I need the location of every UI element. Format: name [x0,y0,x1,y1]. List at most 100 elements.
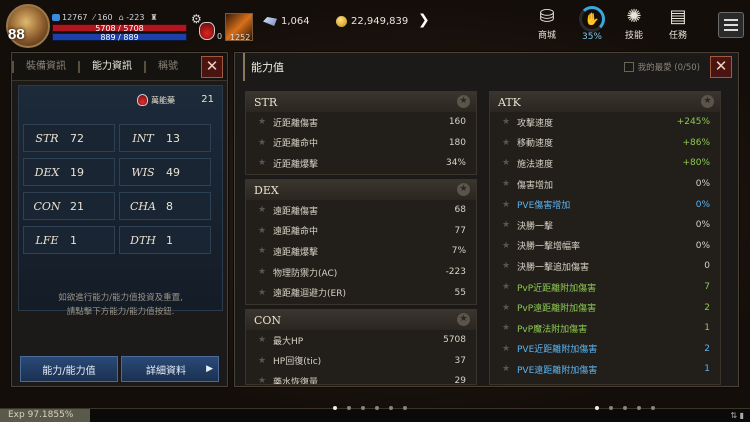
star-icon[interactable]: ★ [251,158,273,168]
currency-expand-arrow-icon[interactable]: ❯ [418,12,430,28]
stat-row[interactable]: ★ PVE近距離附加傷害 2 [490,339,720,360]
stat-row[interactable]: ★ 遠距離爆擊 7% [246,241,476,262]
section-dex: DEX ★ ★ 遠距離傷害 68 ★ 遠距離命中 77 ★ 遠距離爆擊 7% ★ 物理防禦力(A… [245,179,477,305]
stat-row[interactable]: ★ PvP近距離附加傷害 7 [490,277,720,298]
skill-count: 1252 [230,33,251,42]
star-icon[interactable]: ★ [251,288,273,298]
star-icon[interactable]: ★ [495,158,517,168]
star-icon[interactable]: ★ [251,356,273,366]
main-menu-button[interactable] [718,12,744,38]
stat-row[interactable]: ★ PvP遠距離附加傷害 2 [490,297,720,318]
star-icon[interactable]: ★ [495,138,517,148]
nav-progress[interactable]: ✋ 35% [575,6,609,42]
star-icon[interactable]: ★ [251,267,273,277]
stat-row[interactable]: ★ 傷害增加 0% [490,174,720,195]
stat-row[interactable]: ★ 決勝一擊增幅率 0% [490,236,720,257]
nav-shop[interactable]: ⛁ 商城 [530,6,564,41]
stat-row[interactable]: ★ 決勝一擊追加傷害 0 [490,256,720,277]
signal-icon: ⇅ ▮ [730,411,744,420]
star-icon[interactable]: ★ [251,376,273,384]
quest-icon: ▤ [669,6,687,27]
player-stats-row: 12767 ⁄ 160 ⌂ -223 ♜ [52,13,158,22]
star-icon[interactable]: ★ [495,117,517,127]
hp-bar: 5708 / 5708 [52,24,187,33]
detail-info-button[interactable]: 詳細資料 ▶ [121,356,219,382]
star-icon[interactable]: ★ [495,241,517,251]
page-indicator-2 [595,406,655,410]
star-icon[interactable]: ★ [495,364,517,374]
close-right-panel-button[interactable]: ✕ [710,56,732,78]
info-tabs: 裝備資訊 能力資訊 稱號 [12,53,227,81]
star-icon[interactable]: ★ [495,344,517,354]
stat-row[interactable]: ★ PvP魔法附加傷害 1 [490,318,720,339]
power-stat: 12767 [52,13,87,22]
star-icon[interactable]: ★ [495,200,517,210]
trophy-icon: ♜ [150,13,158,22]
star-icon[interactable]: ★ [457,313,470,326]
star-icon[interactable]: ★ [701,95,714,108]
attr-wis: WIS 49 [119,158,211,186]
tab-title[interactable]: 稱號 [144,60,190,73]
star-icon[interactable]: ★ [251,205,273,215]
tab-equipment[interactable]: 裝備資訊 [12,60,78,73]
star-icon[interactable]: ★ [495,220,517,230]
section-atk: ATK ★ ★ 攻擊速度 +245% ★ 移動速度 +86% ★ 施法速度 +80% ★ 傷害增… [489,91,721,385]
elixir-label: 萬能藥 [137,94,175,106]
stat-row[interactable]: ★ 遠距離命中 77 [246,221,476,242]
close-left-panel-button[interactable]: ✕ [201,56,223,78]
shop-icon: ⛁ [539,6,555,27]
stat-row[interactable]: ★ 攻擊速度 +245% [490,112,720,133]
attr-cha: CHA 8 [119,192,211,220]
star-icon[interactable]: ★ [251,117,273,127]
attr-dth: DTH 1 [119,226,211,254]
panel-title: 能力值 [243,53,284,81]
stat-row[interactable]: ★ 最大HP 5708 [246,330,476,351]
ability-stat-button[interactable]: 能力/能力值 [20,356,118,382]
diamond-icon [263,17,277,26]
elixir-value: 21 [201,94,214,105]
sword-icon: ⁄ [93,13,95,22]
nav-quest[interactable]: ▤ 任務 [661,6,695,41]
progress-ring-icon: ✋ [579,6,605,32]
star-icon[interactable]: ★ [457,183,470,196]
stat-row[interactable]: ★ 遠距離迴避力(ER) 55 [246,282,476,303]
attr-str: STR 72 [23,124,115,152]
stat-row[interactable]: ★ 遠距離傷害 68 [246,200,476,221]
stat-row[interactable]: ★ PVE傷害增加 0% [490,194,720,215]
tab-ability[interactable]: 能力資訊 [78,60,144,73]
star-icon[interactable]: ★ [495,303,517,313]
star-icon[interactable]: ★ [495,179,517,189]
star-icon[interactable]: ★ [495,282,517,292]
stat-row[interactable]: ★ 物理防禦力(AC) -223 [246,262,476,283]
stat-row[interactable]: ★ 近距離傷害 160 [246,112,476,133]
section-header: DEX ★ [246,180,476,200]
skill-icon: ✺ [626,6,642,27]
stat-row[interactable]: ★ 近距離爆擊 34% [246,153,476,174]
favorites-toggle[interactable]: 我的最愛 (0/50) [623,61,700,73]
star-icon[interactable]: ★ [495,261,517,271]
stat-row[interactable]: ★ 施法速度 +80% [490,153,720,174]
section-str: STR ★ ★ 近距離傷害 160 ★ 近距離命中 180 ★ 近距離爆擊 34% [245,91,477,175]
star-icon[interactable]: ★ [251,138,273,148]
stat-row[interactable]: ★ 近距離命中 180 [246,133,476,154]
star-icon[interactable]: ★ [457,95,470,108]
star-icon[interactable]: ★ [251,226,273,236]
stat-row[interactable]: ★ 決勝一擊 0% [490,215,720,236]
stat-row[interactable]: ★ 藥水恢復量 29 [246,371,476,384]
section-header: CON ★ [246,310,476,330]
nav-skill[interactable]: ✺ 技能 [617,6,651,41]
player-level: 88 [8,26,25,43]
stat-row[interactable]: ★ HP回復(tic) 37 [246,351,476,372]
stat-row[interactable]: ★ 移動速度 +86% [490,133,720,154]
exp-text: Exp 97.1855% [8,410,74,420]
gold-balance: 22,949,839 [336,16,408,27]
character-info-panel: 裝備資訊 能力資訊 稱號 ✕ 萬能藥 21 STR 72 INT 13 DEX 19 … [11,52,228,387]
star-icon[interactable]: ★ [495,323,517,333]
favorites-checkbox[interactable] [623,62,634,72]
potion-slot-icon[interactable] [199,22,215,40]
page-indicator [333,406,407,410]
attr-dex: DEX 19 [23,158,115,186]
star-icon[interactable]: ★ [251,246,273,256]
stat-row[interactable]: ★ PVE遠距離附加傷害 1 [490,359,720,380]
star-icon[interactable]: ★ [251,335,273,345]
